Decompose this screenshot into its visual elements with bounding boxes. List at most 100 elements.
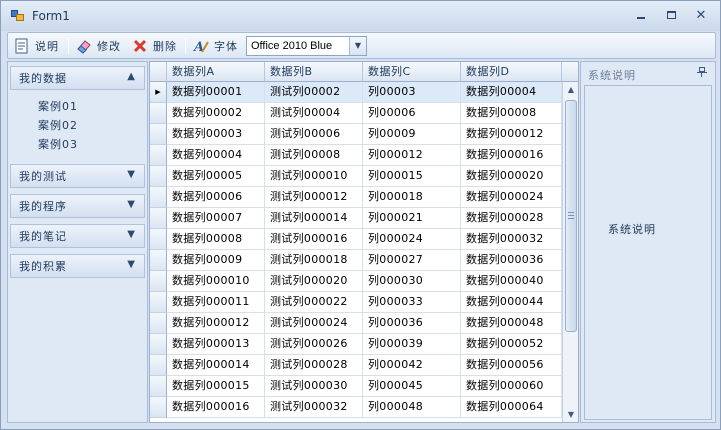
table-cell[interactable]: 数据列000028 xyxy=(461,208,562,229)
table-cell[interactable]: 数据列00001 xyxy=(167,82,265,103)
dropdown-button[interactable]: ▼ xyxy=(349,37,366,55)
table-cell[interactable]: 列000042 xyxy=(363,355,461,376)
row-header[interactable] xyxy=(150,397,167,418)
table-cell[interactable]: 测试列000022 xyxy=(265,292,363,313)
column-header-b[interactable]: 数据列B xyxy=(265,62,363,82)
table-cell[interactable]: 测试列00006 xyxy=(265,124,363,145)
table-cell[interactable]: 数据列000056 xyxy=(461,355,562,376)
row-header[interactable] xyxy=(150,271,167,292)
table-cell[interactable]: 列00006 xyxy=(363,103,461,124)
table-cell[interactable]: 数据列00004 xyxy=(167,145,265,166)
theme-select[interactable]: Office 2010 Blue ▼ xyxy=(246,36,367,56)
minimize-button[interactable] xyxy=(633,9,649,23)
row-header[interactable] xyxy=(150,187,167,208)
table-cell[interactable]: 数据列00002 xyxy=(167,103,265,124)
data-grid[interactable]: 数据列A 数据列B 数据列C 数据列D ▶ 数据列00001 测试列00002 列00… xyxy=(149,61,579,423)
table-row[interactable]: 数据列00004 测试列00008 列000012 数据列000016 xyxy=(150,145,562,166)
row-header[interactable]: ▶ xyxy=(150,82,167,103)
nav-group-my-accumulation[interactable]: 我的积累 ▼ xyxy=(10,254,145,278)
close-button[interactable]: ✕ xyxy=(693,9,709,23)
table-cell[interactable]: 测试列000032 xyxy=(265,397,363,418)
scroll-down-button[interactable]: ▼ xyxy=(563,407,578,422)
vertical-scrollbar[interactable]: ▲ ▼ xyxy=(562,82,578,422)
table-cell[interactable]: 测试列000016 xyxy=(265,229,363,250)
row-header[interactable] xyxy=(150,334,167,355)
table-row[interactable]: 数据列000016 测试列000032 列000048 数据列000064 xyxy=(150,397,562,418)
table-row[interactable]: 数据列00005 测试列000010 列000015 数据列000020 xyxy=(150,166,562,187)
row-header[interactable] xyxy=(150,376,167,397)
nav-group-my-test[interactable]: 我的测试 ▼ xyxy=(10,164,145,188)
table-row[interactable]: 数据列000015 测试列000030 列000045 数据列000060 xyxy=(150,376,562,397)
table-cell[interactable]: 数据列000064 xyxy=(461,397,562,418)
table-cell[interactable]: 数据列000060 xyxy=(461,376,562,397)
table-cell[interactable]: 数据列000015 xyxy=(167,376,265,397)
scroll-up-button[interactable]: ▲ xyxy=(563,82,578,98)
table-cell[interactable]: 数据列000012 xyxy=(461,124,562,145)
table-cell[interactable]: 测试列000028 xyxy=(265,355,363,376)
nav-group-my-program[interactable]: 我的程序 ▼ xyxy=(10,194,145,218)
row-header[interactable] xyxy=(150,145,167,166)
table-cell[interactable]: 测试列000024 xyxy=(265,313,363,334)
table-cell[interactable]: 数据列000016 xyxy=(461,145,562,166)
table-cell[interactable]: 测试列000012 xyxy=(265,187,363,208)
table-row[interactable]: 数据列000012 测试列000024 列000036 数据列000048 xyxy=(150,313,562,334)
table-cell[interactable]: 数据列000012 xyxy=(167,313,265,334)
table-cell[interactable]: 列000027 xyxy=(363,250,461,271)
row-header[interactable] xyxy=(150,229,167,250)
table-row[interactable]: 数据列000010 测试列000020 列000030 数据列000040 xyxy=(150,271,562,292)
table-cell[interactable]: 数据列00005 xyxy=(167,166,265,187)
nav-item-case02[interactable]: 案例02 xyxy=(38,117,78,133)
table-row[interactable]: 数据列00009 测试列000018 列000027 数据列000036 xyxy=(150,250,562,271)
table-cell[interactable]: 列000048 xyxy=(363,397,461,418)
row-header[interactable] xyxy=(150,250,167,271)
explain-button[interactable]: 说明 xyxy=(14,36,59,56)
table-cell[interactable]: 数据列000040 xyxy=(461,271,562,292)
table-row[interactable]: 数据列00006 测试列000012 列000018 数据列000024 xyxy=(150,187,562,208)
table-cell[interactable]: 数据列00003 xyxy=(167,124,265,145)
pin-icon[interactable] xyxy=(697,67,707,77)
table-cell[interactable]: 列000030 xyxy=(363,271,461,292)
nav-group-my-data[interactable]: 我的数据 ▲ xyxy=(10,66,145,90)
table-cell[interactable]: 测试列00004 xyxy=(265,103,363,124)
table-cell[interactable]: 测试列000010 xyxy=(265,166,363,187)
table-cell[interactable]: 数据列000032 xyxy=(461,229,562,250)
table-row[interactable]: 数据列000011 测试列000022 列000033 数据列000044 xyxy=(150,292,562,313)
table-cell[interactable]: 测试列00002 xyxy=(265,82,363,103)
table-cell[interactable]: 列000021 xyxy=(363,208,461,229)
table-cell[interactable]: 列000033 xyxy=(363,292,461,313)
table-cell[interactable]: 列000039 xyxy=(363,334,461,355)
title-bar[interactable]: Form1 ✕ xyxy=(1,1,720,31)
table-cell[interactable]: 测试列000014 xyxy=(265,208,363,229)
table-cell[interactable]: 数据列00004 xyxy=(461,82,562,103)
table-cell[interactable]: 列000015 xyxy=(363,166,461,187)
table-cell[interactable]: 数据列000020 xyxy=(461,166,562,187)
edit-button[interactable]: 修改 xyxy=(76,36,121,56)
table-cell[interactable]: 测试列000026 xyxy=(265,334,363,355)
table-cell[interactable]: 列000036 xyxy=(363,313,461,334)
scroll-thumb[interactable] xyxy=(565,100,577,332)
table-cell[interactable]: 列00003 xyxy=(363,82,461,103)
column-header-a[interactable]: 数据列A xyxy=(167,62,265,82)
row-header[interactable] xyxy=(150,208,167,229)
table-row[interactable]: 数据列00003 测试列00006 列00009 数据列000012 xyxy=(150,124,562,145)
table-row[interactable]: 数据列00008 测试列000016 列000024 数据列000032 xyxy=(150,229,562,250)
column-header-d[interactable]: 数据列D xyxy=(461,62,562,82)
table-cell[interactable]: 数据列000013 xyxy=(167,334,265,355)
row-header[interactable] xyxy=(150,355,167,376)
table-cell[interactable]: 列000024 xyxy=(363,229,461,250)
table-cell[interactable]: 数据列00006 xyxy=(167,187,265,208)
table-cell[interactable]: 列000018 xyxy=(363,187,461,208)
table-cell[interactable]: 数据列00008 xyxy=(167,229,265,250)
table-cell[interactable]: 数据列00007 xyxy=(167,208,265,229)
table-row[interactable]: 数据列00002 测试列00004 列00006 数据列00008 xyxy=(150,103,562,124)
delete-button[interactable]: 删除 xyxy=(132,36,177,56)
table-cell[interactable]: 数据列000016 xyxy=(167,397,265,418)
table-row[interactable]: 数据列000013 测试列000026 列000039 数据列000052 xyxy=(150,334,562,355)
table-cell[interactable]: 数据列000036 xyxy=(461,250,562,271)
table-cell[interactable]: 数据列000044 xyxy=(461,292,562,313)
table-row[interactable]: 数据列000014 测试列000028 列000042 数据列000056 xyxy=(150,355,562,376)
row-header[interactable] xyxy=(150,292,167,313)
font-button[interactable]: A 字体 xyxy=(193,36,238,56)
table-cell[interactable]: 列000012 xyxy=(363,145,461,166)
table-cell[interactable]: 列000045 xyxy=(363,376,461,397)
